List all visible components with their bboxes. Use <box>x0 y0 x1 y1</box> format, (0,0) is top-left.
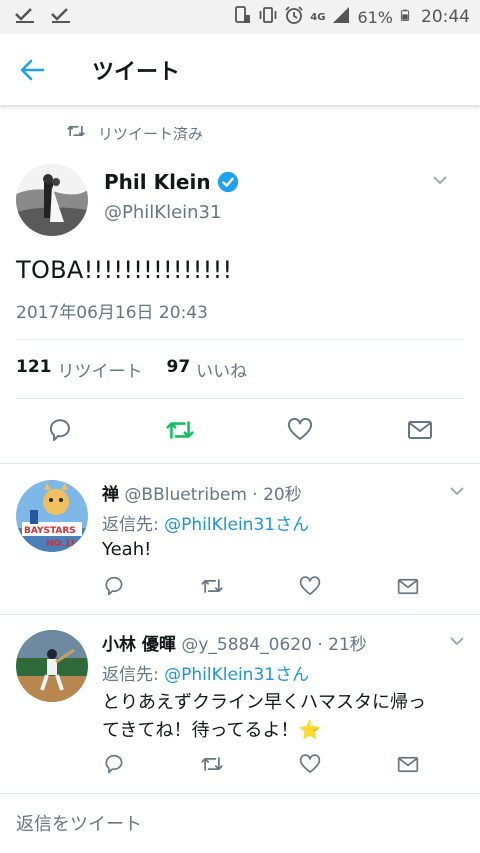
reply-actions <box>90 746 432 782</box>
reply-to-prefix: 返信先: <box>102 665 165 685</box>
reply-handle-time[interactable]: @BBluetribem · 20秒 <box>124 485 301 505</box>
vibrate-icon <box>258 5 278 29</box>
reply-to: 返信先: @PhilKlein31さん <box>102 510 309 535</box>
heart-icon <box>287 418 313 440</box>
reply-header: 禅 @BBluetribem · 20秒 <box>102 480 302 505</box>
reply-text-line: てきてね！待ってるよ！⭐ <box>102 720 321 741</box>
retweet-button[interactable] <box>188 568 236 604</box>
retweet-count[interactable]: 121 <box>16 357 52 382</box>
tweet-actions <box>36 412 444 448</box>
heart-icon <box>299 753 321 773</box>
phone-icon <box>232 5 252 29</box>
retweet-icon <box>166 421 194 439</box>
author-handle[interactable]: @PhilKlein31 <box>104 202 221 223</box>
like-button[interactable] <box>276 412 324 448</box>
reply-input[interactable]: 返信をツイート <box>16 810 142 836</box>
back-arrow-icon <box>20 59 45 80</box>
reply-text: Yeah! <box>102 539 152 560</box>
reply-text-line: とりあえずクライン早くハマスタに帰っ <box>102 692 426 713</box>
like-count-label[interactable]: いいね <box>196 357 247 382</box>
author-name[interactable]: Phil Klein <box>104 170 211 194</box>
reply-to-prefix: 返信先: <box>102 515 165 535</box>
reply-author-name[interactable]: 禅 <box>102 485 119 505</box>
section-separator <box>0 793 480 794</box>
author-row: Phil Klein <box>104 170 239 194</box>
section-separator <box>0 614 480 615</box>
reply-handle-time[interactable]: @y_5884_0620 · 21秒 <box>181 635 366 655</box>
app-header: ツイート <box>0 34 480 106</box>
divider <box>16 339 464 340</box>
reply-menu-chevron-down-icon[interactable] <box>447 481 467 501</box>
retweet-icon <box>66 122 86 144</box>
reply-author-name[interactable]: 小林 優暉 <box>102 635 176 655</box>
battery-percent: 61% <box>357 7 393 27</box>
avatar[interactable] <box>16 164 88 236</box>
battery-icon <box>399 5 411 29</box>
mail-icon <box>397 578 419 594</box>
like-count[interactable]: 97 <box>167 357 191 382</box>
reply-actions <box>90 568 432 604</box>
reply-icon <box>49 419 70 441</box>
like-button[interactable] <box>286 746 334 782</box>
mail-icon <box>397 756 419 772</box>
back-button[interactable] <box>0 34 64 106</box>
svg-text:NO.1!: NO.1! <box>46 539 75 549</box>
alarm-icon <box>284 5 304 29</box>
tweet-menu-chevron-down-icon[interactable] <box>430 170 450 190</box>
reply-to-link[interactable]: @PhilKlein31さん <box>164 515 309 535</box>
retweet-icon <box>201 579 223 593</box>
divider <box>16 398 464 399</box>
reply-menu-chevron-down-icon[interactable] <box>447 631 467 651</box>
clock: 20:44 <box>421 7 470 27</box>
reply-to: 返信先: @PhilKlein31さん <box>102 660 309 685</box>
reply-button[interactable] <box>90 746 138 782</box>
reply-button[interactable] <box>36 412 84 448</box>
tweet-timestamp: 2017年06月16日 20:43 <box>16 303 208 323</box>
section-separator <box>0 463 480 464</box>
status-bar: 4G 61% 20:44 <box>0 0 480 34</box>
signal-icon <box>331 5 351 29</box>
direct-message-button[interactable] <box>396 412 444 448</box>
avatar[interactable]: BAYSTARS NO.1! <box>16 480 88 552</box>
avatar[interactable] <box>16 630 88 702</box>
direct-message-button[interactable] <box>384 746 432 782</box>
retweet-icon <box>201 757 223 771</box>
reply-button[interactable] <box>90 568 138 604</box>
retweet-button[interactable] <box>156 412 204 448</box>
svg-text:BAYSTARS: BAYSTARS <box>24 526 76 536</box>
check-notification-icon <box>50 6 72 28</box>
page-title: ツイート <box>92 59 181 85</box>
heart-icon <box>299 575 321 595</box>
tweet-text: TOBA!!!!!!!!!!!!!!! <box>16 256 233 284</box>
network-type-label: 4G <box>310 11 326 23</box>
mail-icon <box>408 421 432 439</box>
tweet-stats: 121 リツイート 97 いいね <box>16 357 247 382</box>
reply-to-link[interactable]: @PhilKlein31さん <box>164 665 309 685</box>
reply-header: 小林 優暉 @y_5884_0620 · 21秒 <box>102 630 367 655</box>
retweet-button[interactable] <box>188 746 236 782</box>
check-notification-icon <box>14 6 36 28</box>
verified-badge-icon <box>217 171 239 193</box>
like-button[interactable] <box>286 568 334 604</box>
reply-icon <box>105 754 123 774</box>
retweeted-text: リツイート済み <box>98 124 204 143</box>
reply-icon <box>105 576 123 596</box>
direct-message-button[interactable] <box>384 568 432 604</box>
retweet-count-label[interactable]: リツイート <box>58 357 143 382</box>
retweeted-label: リツイート済み <box>66 122 203 144</box>
